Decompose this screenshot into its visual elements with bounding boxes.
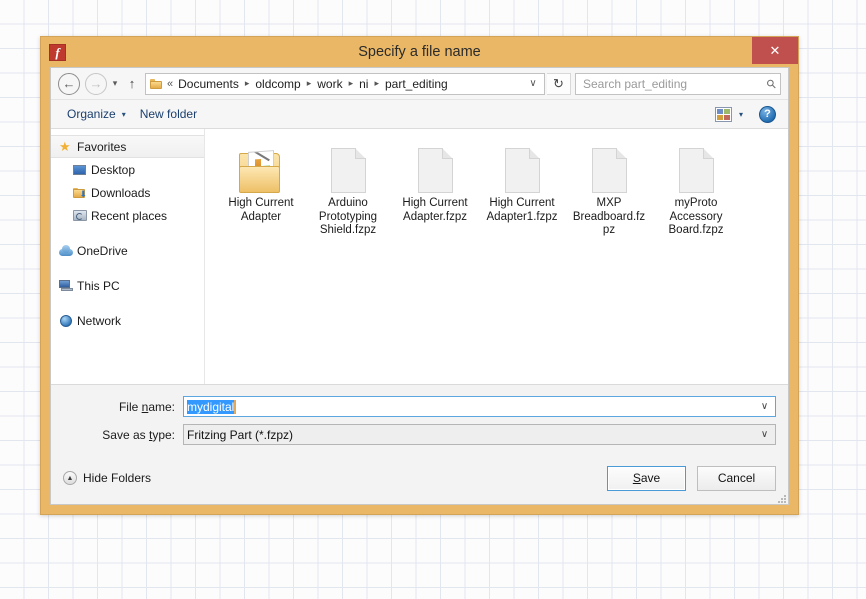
sidebar-item-label: Network xyxy=(77,313,122,328)
sidebar-item-favorites[interactable]: ★ Favorites xyxy=(51,135,204,158)
title-bar[interactable]: f Specify a file name ✕ xyxy=(41,37,798,67)
file-save-dialog-window: f Specify a file name ✕ ← → ▾ ↑ « Docume… xyxy=(40,36,799,515)
document-icon xyxy=(330,141,366,193)
command-toolbar: Organize ▾ New folder ▾ ? xyxy=(51,100,788,129)
filename-value: mydigital xyxy=(187,399,237,414)
monitor-icon xyxy=(73,164,91,175)
downloads-folder-icon: ⬇ xyxy=(73,187,91,199)
dialog-action-bar: ▲ Hide Folders Save Cancel xyxy=(51,452,788,504)
list-item[interactable]: High Current Adapter.fzpz xyxy=(393,139,477,238)
breadcrumb-item-work[interactable]: work xyxy=(317,77,342,91)
sidebar-item-label: Desktop xyxy=(91,162,136,177)
savetype-row: Save as type: Fritzing Part (*.fzpz) ∨ xyxy=(63,424,776,445)
sidebar-item-label: This PC xyxy=(77,278,120,293)
address-dropdown-icon[interactable]: ∨ xyxy=(524,78,542,89)
save-form: File name: mydigital ∨ Save as type: Fri… xyxy=(51,384,788,452)
help-icon[interactable]: ? xyxy=(759,105,776,123)
chevron-down-icon[interactable]: ▾ xyxy=(739,110,743,119)
document-icon xyxy=(504,141,540,193)
navigation-sidebar: ★ Favorites Desktop ⬇ Downloads Recent p… xyxy=(51,129,205,384)
recent-locations-caret-icon[interactable]: ▾ xyxy=(107,78,123,89)
document-icon xyxy=(417,141,453,193)
breadcrumb-overflow-icon[interactable]: « xyxy=(167,78,178,90)
document-icon xyxy=(678,141,714,193)
breadcrumb-item-oldcomp[interactable]: oldcomp xyxy=(255,77,300,91)
sidebar-item-label: Recent places xyxy=(91,208,168,223)
chevron-down-icon[interactable]: ∨ xyxy=(756,429,773,440)
recent-places-icon xyxy=(73,210,91,221)
chevron-right-icon[interactable]: ▸ xyxy=(301,78,318,89)
list-item[interactable]: Arduino Prototyping Shield.fzpz xyxy=(306,139,390,238)
chevron-right-icon[interactable]: ▸ xyxy=(343,78,360,89)
window-title: Specify a file name xyxy=(358,44,481,60)
cancel-button[interactable]: Cancel xyxy=(697,465,776,491)
search-placeholder: Search part_editing xyxy=(583,76,688,91)
hide-folders-button[interactable]: ▲ Hide Folders xyxy=(63,471,151,485)
breadcrumb: « Documents ▸ oldcomp ▸ work ▸ ni ▸ part… xyxy=(167,77,524,91)
forward-button[interactable]: → xyxy=(85,72,107,95)
search-input[interactable]: Search part_editing ⚲ xyxy=(575,72,781,95)
browser-area: ★ Favorites Desktop ⬇ Downloads Recent p… xyxy=(51,129,788,384)
file-label: High Current Adapter.fzpz xyxy=(402,197,468,223)
organize-button[interactable]: Organize ▾ xyxy=(60,104,133,124)
computer-icon xyxy=(59,280,77,291)
chevron-down-icon[interactable]: ∨ xyxy=(756,401,773,412)
sidebar-item-recent-places[interactable]: Recent places xyxy=(51,204,204,227)
chevron-right-icon[interactable]: ▸ xyxy=(368,78,385,89)
filename-label: File name: xyxy=(118,399,175,414)
list-item[interactable]: High Current Adapter1.fzpz xyxy=(480,139,564,238)
savetype-select[interactable]: Fritzing Part (*.fzpz) ∨ xyxy=(183,424,776,445)
change-view-icon[interactable] xyxy=(714,106,732,122)
close-icon[interactable]: ✕ xyxy=(752,37,798,64)
up-button[interactable]: ↑ xyxy=(123,76,141,91)
file-label: myProto Accessory Board.fzpz xyxy=(668,197,724,236)
list-item[interactable]: MXP Breadboard.fzpz xyxy=(567,139,651,238)
breadcrumb-item-documents[interactable]: Documents xyxy=(178,77,239,91)
breadcrumb-item-part-editing[interactable]: part_editing xyxy=(385,77,448,91)
file-label: Arduino Prototyping Shield.fzpz xyxy=(318,197,378,236)
sidebar-item-network[interactable]: Network xyxy=(51,309,204,332)
new-folder-button[interactable]: New folder xyxy=(133,104,204,124)
save-button[interactable]: Save xyxy=(607,465,686,491)
breadcrumb-item-ni[interactable]: ni xyxy=(359,77,368,91)
sidebar-item-downloads[interactable]: ⬇ Downloads xyxy=(51,181,204,204)
chevron-down-icon: ▾ xyxy=(121,109,126,119)
file-label: High Current Adapter xyxy=(228,197,294,223)
filename-input[interactable]: mydigital ∨ xyxy=(183,396,776,417)
organize-label: Organize xyxy=(67,107,116,121)
back-button[interactable]: ← xyxy=(58,72,80,95)
star-icon: ★ xyxy=(59,139,71,154)
sidebar-item-desktop[interactable]: Desktop xyxy=(51,158,204,181)
cloud-icon xyxy=(59,245,77,256)
savetype-value: Fritzing Part (*.fzpz) xyxy=(187,427,294,442)
dialog-chrome: ← → ▾ ↑ « Documents ▸ oldcomp ▸ work ▸ n… xyxy=(50,67,789,505)
document-icon xyxy=(591,141,627,193)
file-label: MXP Breadboard.fzpz xyxy=(572,197,646,236)
list-item[interactable]: myProto Accessory Board.fzpz xyxy=(654,139,738,238)
list-item[interactable]: High Current Adapter xyxy=(219,139,303,238)
file-label: High Current Adapter1.fzpz xyxy=(486,197,558,223)
sidebar-item-label: Favorites xyxy=(77,139,127,154)
navigation-bar: ← → ▾ ↑ « Documents ▸ oldcomp ▸ work ▸ n… xyxy=(51,68,788,100)
chevron-right-icon[interactable]: ▸ xyxy=(239,78,256,89)
refresh-icon[interactable]: ↻ xyxy=(547,72,571,95)
folder-icon xyxy=(239,141,283,193)
address-bar[interactable]: « Documents ▸ oldcomp ▸ work ▸ ni ▸ part… xyxy=(145,72,545,95)
hide-folders-label: Hide Folders xyxy=(83,471,152,485)
collapse-up-icon: ▲ xyxy=(63,471,77,485)
sidebar-item-onedrive[interactable]: OneDrive xyxy=(51,239,204,262)
savetype-label: Save as type: xyxy=(102,427,175,442)
sidebar-item-label: OneDrive xyxy=(77,243,128,258)
fritzing-f-icon: f xyxy=(49,43,66,61)
file-list[interactable]: High Current Adapter Arduino Prototyping… xyxy=(205,129,788,384)
filename-row: File name: mydigital ∨ xyxy=(63,396,776,417)
folder-icon xyxy=(150,78,163,89)
network-globe-icon xyxy=(59,314,77,327)
sidebar-item-label: Downloads xyxy=(91,185,151,200)
resize-grip[interactable] xyxy=(775,492,786,503)
sidebar-item-this-pc[interactable]: This PC xyxy=(51,274,204,297)
